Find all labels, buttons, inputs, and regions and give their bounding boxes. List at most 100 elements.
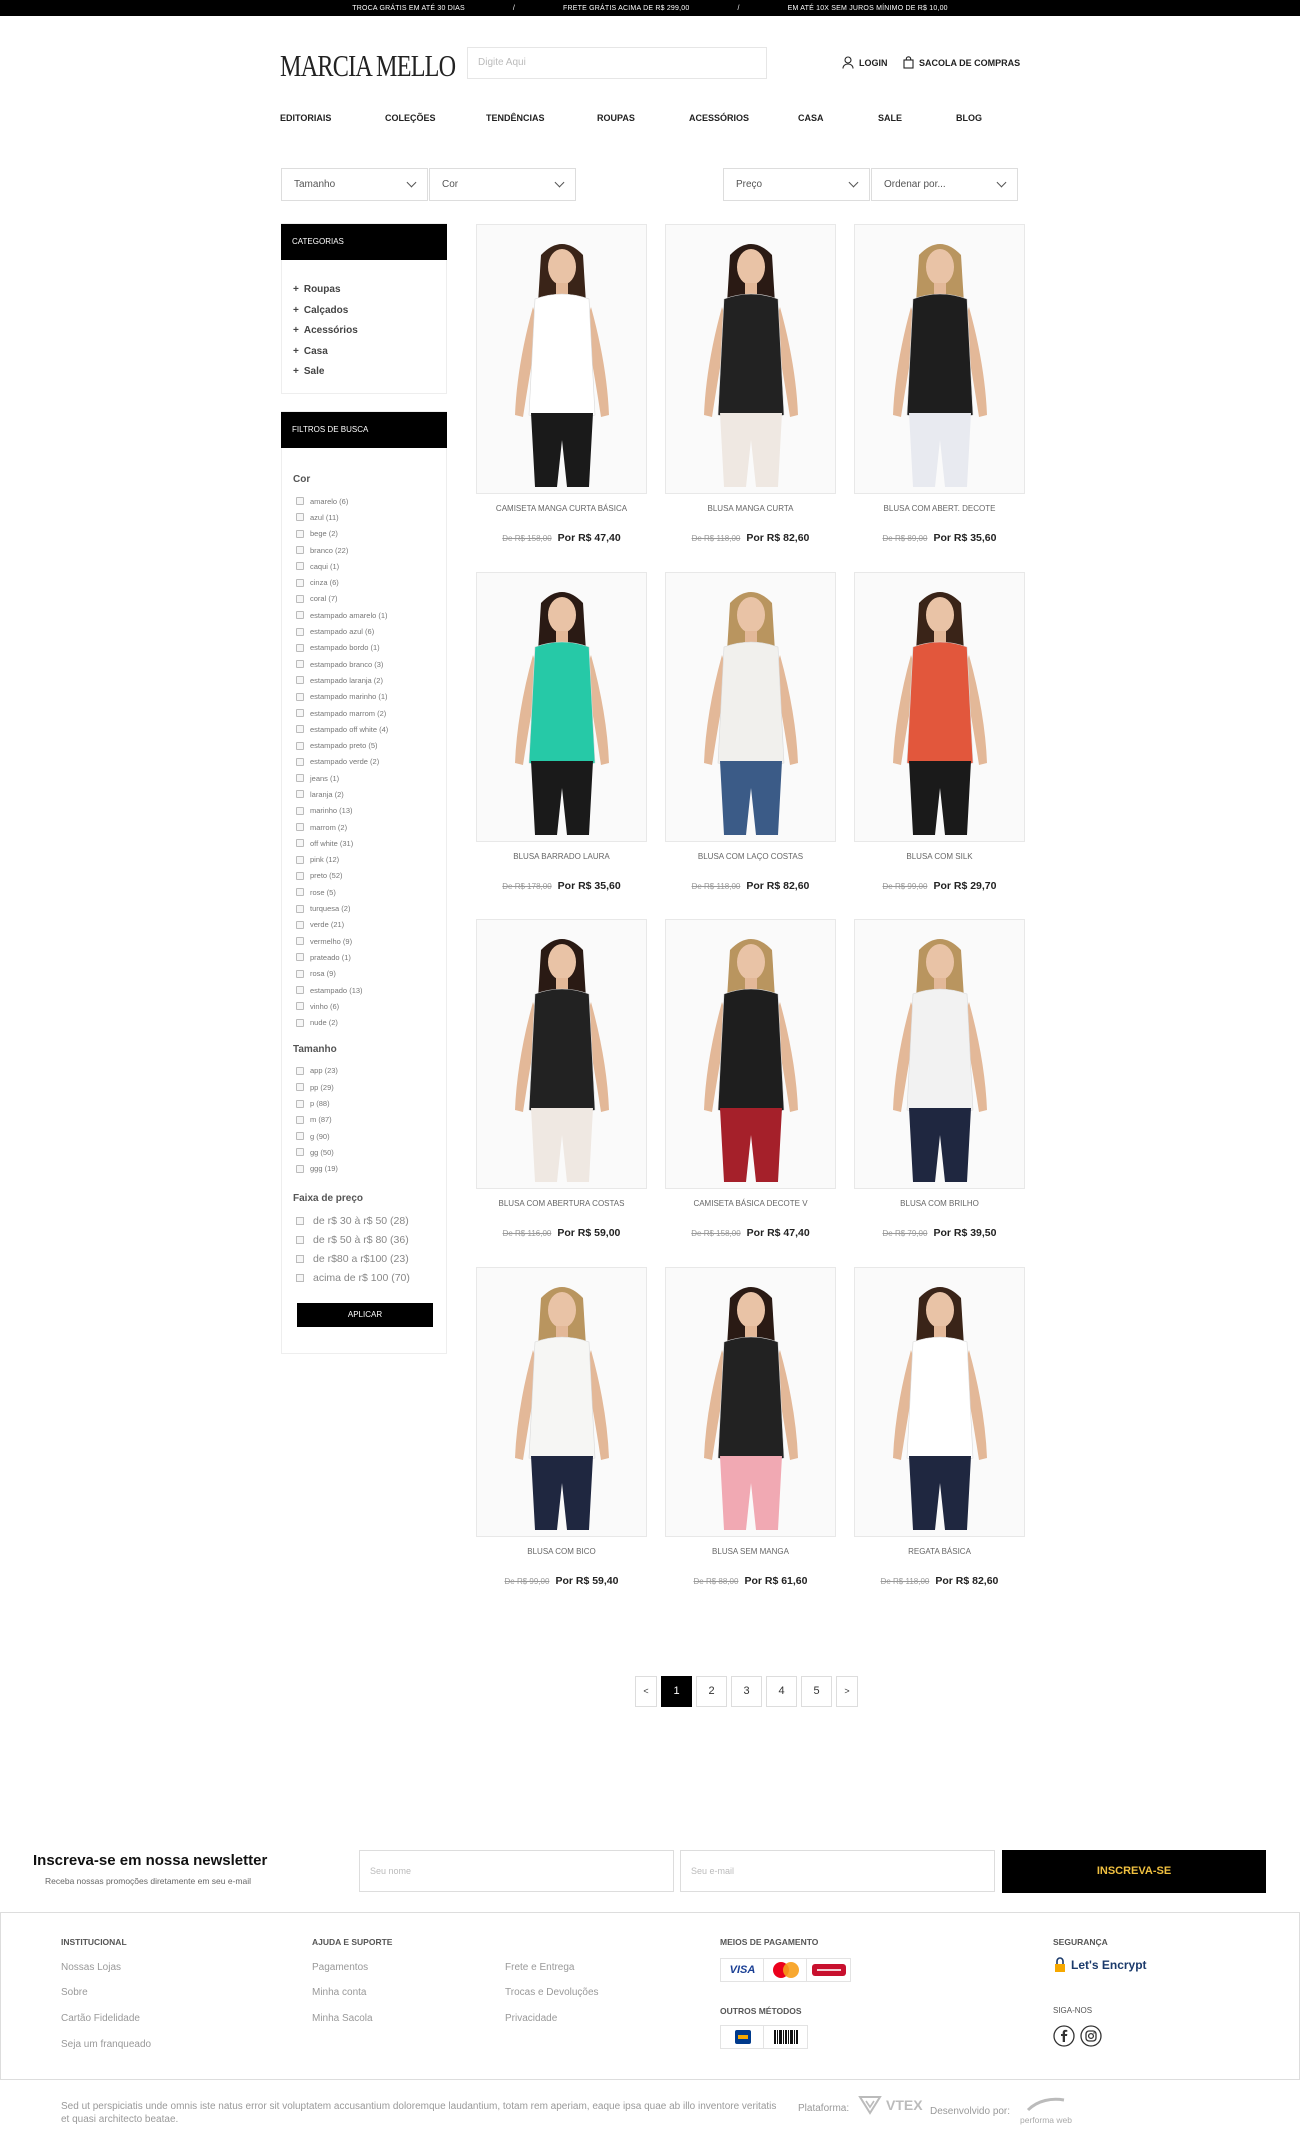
footer-link[interactable]: Pagamentos	[312, 1962, 368, 1973]
filter-option[interactable]: estampado amarelo (1)	[282, 607, 446, 623]
newsletter-name-input[interactable]: Seu nome	[359, 1850, 674, 1892]
next-page-button[interactable]: >	[836, 1676, 858, 1707]
product-card[interactable]: BLUSA COM ABERT. DECOTE De R$ 89,00 Por R$…	[854, 224, 1025, 546]
product-image[interactable]	[854, 1267, 1025, 1537]
checkbox[interactable]	[296, 774, 304, 783]
product-name[interactable]: BLUSA COM BRILHO	[854, 1199, 1025, 1208]
checkbox[interactable]	[296, 986, 304, 995]
nav-item-casa[interactable]: CASA	[798, 113, 824, 123]
product-name[interactable]: BLUSA BARRADO LAURA	[476, 852, 647, 861]
product-name[interactable]: BLUSA COM ABERTURA COSTAS	[476, 1199, 647, 1208]
product-image[interactable]	[665, 919, 836, 1189]
product-card[interactable]: BLUSA MANGA CURTA De R$ 118,00 Por R$ 82,6…	[665, 224, 836, 546]
footer-link[interactable]: Frete e Entrega	[505, 1962, 574, 1973]
cart-link[interactable]: SACOLA DE COMPRAS	[903, 56, 1020, 69]
filter-option[interactable]: gg (50)	[282, 1144, 446, 1160]
product-image[interactable]	[854, 572, 1025, 842]
checkbox[interactable]	[296, 823, 304, 832]
filter-option[interactable]: estampado marinho (1)	[282, 689, 446, 705]
filter-option[interactable]: coral (7)	[282, 591, 446, 607]
category-item[interactable]: + Casa	[282, 342, 446, 363]
checkbox[interactable]	[296, 1274, 304, 1283]
checkbox[interactable]	[296, 709, 304, 717]
subscribe-button[interactable]: INSCREVA-SE	[1002, 1850, 1266, 1893]
product-image[interactable]	[854, 919, 1025, 1189]
checkbox[interactable]	[296, 1217, 304, 1226]
price-select[interactable]: Preço	[723, 168, 870, 201]
checkbox[interactable]	[296, 611, 304, 620]
product-name[interactable]: BLUSA COM LAÇO COSTAS	[665, 852, 836, 861]
footer-link[interactable]: Minha conta	[312, 1987, 366, 1998]
filter-option[interactable]: jeans (1)	[282, 770, 446, 786]
filter-option[interactable]: preto (52)	[282, 868, 446, 884]
footer-link[interactable]: Minha Sacola	[312, 2013, 373, 2024]
checkbox[interactable]	[296, 969, 304, 978]
search-input[interactable]: Digite Aqui	[467, 47, 767, 79]
filter-option[interactable]: de r$80 a r$100 (23)	[282, 1250, 446, 1269]
footer-link[interactable]: Seja um franqueado	[61, 2039, 151, 2050]
product-image[interactable]	[476, 1267, 647, 1537]
nav-item-sale[interactable]: SALE	[878, 113, 902, 123]
checkbox[interactable]	[296, 1002, 304, 1011]
page-button[interactable]: 2	[696, 1676, 727, 1707]
checkbox[interactable]	[296, 806, 304, 815]
checkbox[interactable]	[296, 1066, 304, 1075]
filter-option[interactable]: nude (2)	[282, 1015, 446, 1031]
checkbox[interactable]	[296, 529, 304, 538]
product-image[interactable]	[476, 224, 647, 494]
checkbox[interactable]	[296, 660, 304, 669]
footer-link[interactable]: Privacidade	[505, 2013, 557, 2024]
instagram-icon[interactable]	[1080, 2025, 1102, 2047]
filter-option[interactable]: de r$ 50 à r$ 80 (36)	[282, 1231, 446, 1250]
filter-option[interactable]: marrom (2)	[282, 819, 446, 835]
newsletter-email-input[interactable]: Seu e-mail	[680, 1850, 995, 1892]
nav-item-blog[interactable]: BLOG	[956, 113, 982, 123]
filter-option[interactable]: pp (29)	[282, 1079, 446, 1095]
filter-option[interactable]: off white (31)	[282, 835, 446, 851]
product-name[interactable]: CAMISETA MANGA CURTA BÁSICA	[476, 504, 647, 513]
filter-option[interactable]: estampado laranja (2)	[282, 672, 446, 688]
filter-option[interactable]: verde (21)	[282, 917, 446, 933]
product-name[interactable]: BLUSA COM ABERT. DECOTE	[854, 504, 1025, 513]
nav-item-tendencias[interactable]: TENDÊNCIAS	[486, 113, 545, 123]
product-image[interactable]	[476, 572, 647, 842]
filter-option[interactable]: estampado off white (4)	[282, 721, 446, 737]
size-select[interactable]: Tamanho	[281, 168, 428, 201]
checkbox[interactable]	[296, 790, 304, 799]
footer-link[interactable]: Nossas Lojas	[61, 1962, 121, 1973]
nav-item-editoriais[interactable]: EDITORIAIS	[280, 113, 331, 123]
checkbox[interactable]	[296, 562, 304, 571]
product-card[interactable]: BLUSA BARRADO LAURA De R$ 178,00 Por R$ 35…	[476, 572, 647, 894]
category-item[interactable]: + Sale	[282, 362, 446, 383]
checkbox[interactable]	[296, 676, 304, 685]
filter-option[interactable]: rosa (9)	[282, 966, 446, 982]
filter-option[interactable]: de r$ 30 à r$ 50 (28)	[282, 1212, 446, 1231]
filter-option[interactable]: estampado verde (2)	[282, 754, 446, 770]
filter-option[interactable]: estampado marrom (2)	[282, 705, 446, 721]
order-select[interactable]: Ordenar por...	[871, 168, 1018, 201]
footer-link[interactable]: Cartão Fidelidade	[61, 2013, 140, 2024]
filter-option[interactable]: prateado (1)	[282, 949, 446, 965]
checkbox[interactable]	[296, 725, 304, 734]
filter-option[interactable]: estampado bordo (1)	[282, 640, 446, 656]
checkbox[interactable]	[296, 1099, 304, 1108]
filter-option[interactable]: vinho (6)	[282, 998, 446, 1014]
checkbox[interactable]	[296, 627, 304, 636]
checkbox[interactable]	[296, 643, 304, 652]
product-image[interactable]	[854, 224, 1025, 494]
nav-item-colecoes[interactable]: COLEÇÕES	[385, 113, 436, 123]
checkbox[interactable]	[296, 888, 304, 897]
checkbox[interactable]	[296, 594, 304, 603]
color-select[interactable]: Cor	[429, 168, 576, 201]
checkbox[interactable]	[296, 578, 304, 587]
product-image[interactable]	[665, 1267, 836, 1537]
checkbox[interactable]	[296, 937, 304, 946]
filter-option[interactable]: rose (5)	[282, 884, 446, 900]
filter-option[interactable]: acima de r$ 100 (70)	[282, 1269, 446, 1288]
nav-item-roupas[interactable]: ROUPAS	[597, 113, 635, 123]
product-card[interactable]: CAMISETA MANGA CURTA BÁSICA De R$ 158,00 P…	[476, 224, 647, 546]
checkbox[interactable]	[296, 904, 304, 913]
checkbox[interactable]	[296, 839, 304, 848]
brand-logo[interactable]: MARCIA MELLO	[280, 48, 456, 84]
filter-option[interactable]: estampado branco (3)	[282, 656, 446, 672]
